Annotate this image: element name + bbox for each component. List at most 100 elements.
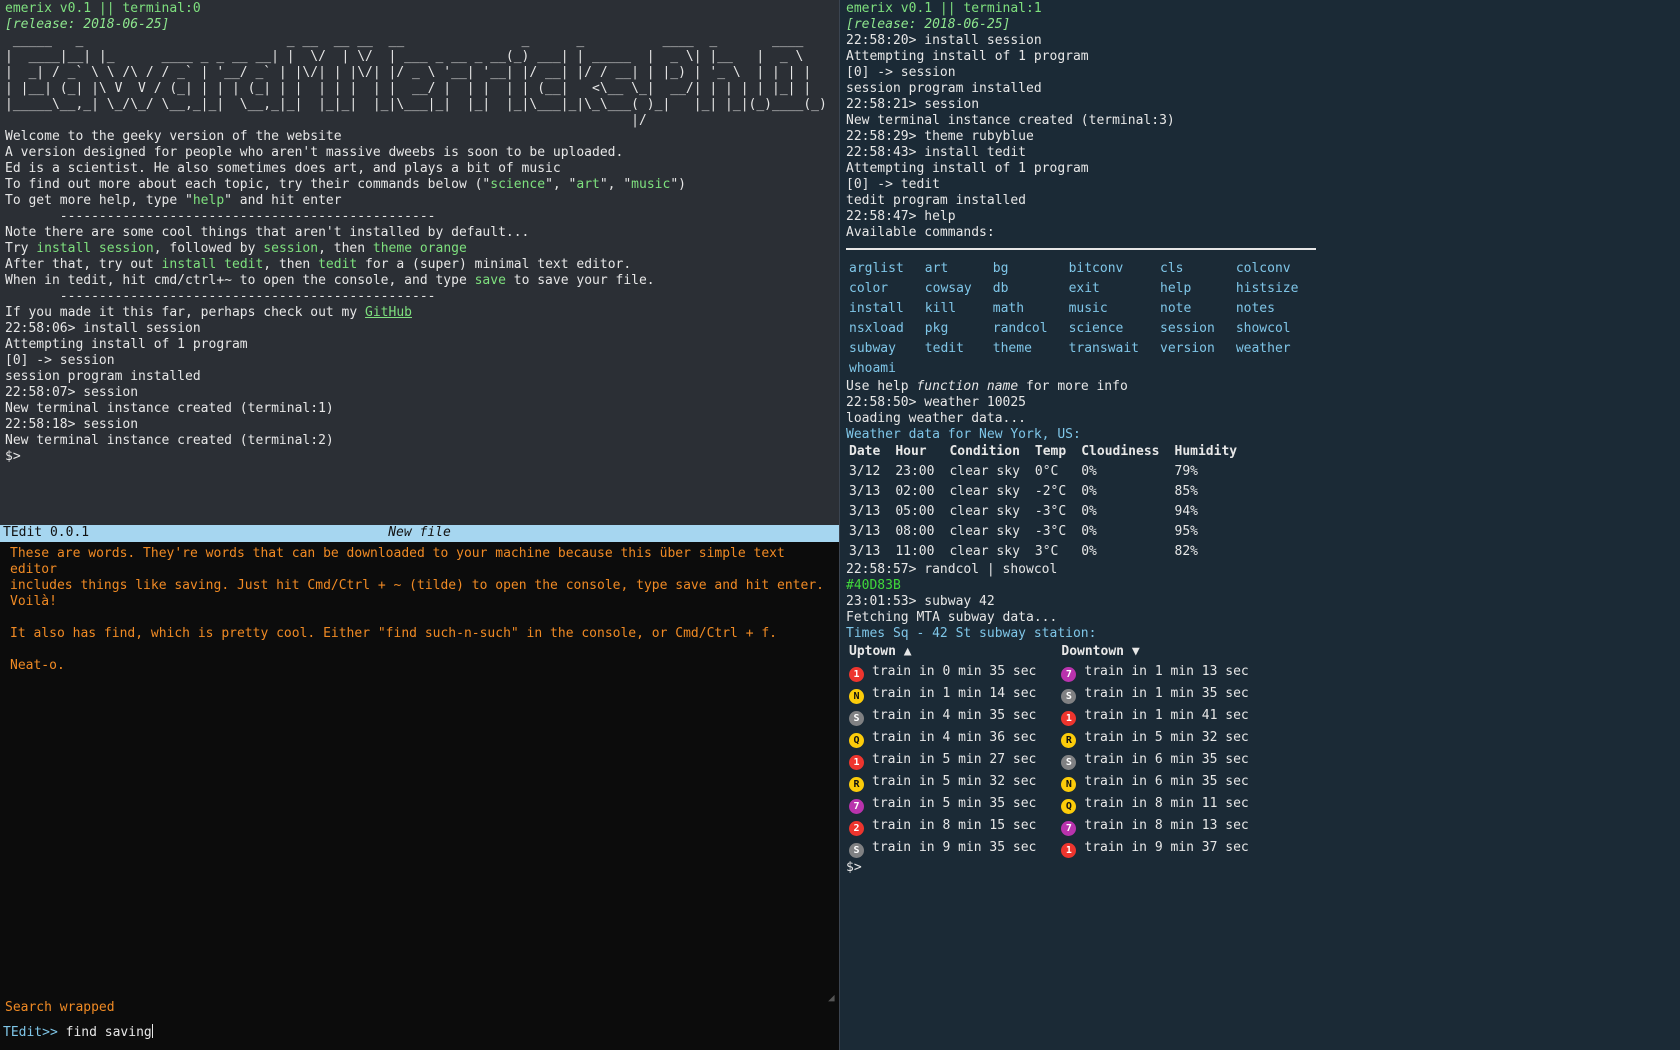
command-exit[interactable]: exit [1066, 279, 1157, 299]
table-row: 1 train in 0 min 35 sec 7 train in 1 min 13… [846, 662, 1271, 684]
subway-line-badge-icon: S [1061, 755, 1077, 770]
command-math[interactable]: math [990, 299, 1066, 319]
log-line: 22:58:21> session [846, 97, 980, 112]
log-line: New terminal instance created (terminal:… [846, 113, 1175, 128]
table-row: 3/13 08:00 clear sky -3°C 0% 95% [846, 522, 1249, 542]
weather-cell: 3/13 [849, 524, 881, 539]
github-link[interactable]: GitHub [365, 305, 412, 320]
down-train: 7 train in 8 min 13 sec [1058, 816, 1270, 838]
tedit-console-prompt: TEdit>> [3, 1025, 58, 1040]
command-weather[interactable]: weather [1233, 339, 1317, 359]
command-nsxload[interactable]: nsxload [846, 319, 922, 339]
weather-header: Hour [895, 444, 927, 459]
command-install[interactable]: install [846, 299, 922, 319]
tedit-title: TEdit 0.0.1 [3, 525, 90, 540]
help-hint: Use help function name for more info [846, 379, 1128, 394]
subway-line-badge-icon: Q [1061, 799, 1077, 814]
weather-cell: -2°C [1034, 484, 1067, 499]
train-arrival-text: train in 8 min 11 sec [1084, 796, 1249, 811]
command-help[interactable]: help [1157, 279, 1233, 299]
command-cowsay[interactable]: cowsay [922, 279, 990, 299]
log-line: 22:58:47> help [846, 209, 956, 224]
table-row: Ntrain in 1 min 14 sec Strain in 1 min 35… [846, 684, 1271, 706]
weather-cell: 3°C [1034, 544, 1059, 559]
log-line: Attempting install of 1 program [846, 161, 1089, 176]
weather-cell: 0% [1081, 484, 1097, 499]
command-randcol[interactable]: randcol [990, 319, 1066, 339]
topic-music: music [631, 177, 671, 192]
command-session[interactable]: session [1157, 319, 1233, 339]
command-bitconv[interactable]: bitconv [1066, 259, 1157, 279]
train-arrival-text: train in 1 min 41 sec [1084, 708, 1249, 723]
command-version[interactable]: version [1157, 339, 1233, 359]
terminal-header: emerix v0.1 || terminal:1 [846, 1, 1042, 16]
resize-grip-icon[interactable]: ◢ [828, 990, 835, 1006]
log-line: session program installed [846, 81, 1042, 96]
weather-cell: 0% [1081, 464, 1097, 479]
github-line: If you made it this far, perhaps check o… [5, 305, 412, 320]
log-line: 22:58:43> install tedit [846, 145, 1027, 160]
command-notes[interactable]: notes [1233, 299, 1317, 319]
topics-line: To find out more about each topic, try t… [5, 177, 686, 192]
weather-cell: 3/12 [849, 464, 881, 479]
note-line: Note there are some cool things that are… [5, 225, 530, 240]
train-arrival-text: train in 1 min 13 sec [1084, 664, 1249, 679]
train-arrival-text: train in 9 min 37 sec [1084, 840, 1249, 855]
tedit-console[interactable]: TEdit>> find saving [3, 1024, 153, 1041]
train-arrival-text: train in 5 min 32 sec [1084, 730, 1249, 745]
subway-line-badge-icon: R [1061, 733, 1077, 748]
prompt[interactable]: $> [846, 860, 1674, 876]
tedit-textarea[interactable]: These are words. They're words that can … [0, 542, 839, 990]
command-colconv[interactable]: colconv [1233, 259, 1317, 279]
weather-cell: clear sky [949, 464, 1020, 479]
weather-cell: 0°C [1034, 464, 1059, 479]
command-whoami[interactable]: whoami [846, 359, 922, 379]
terminal-0[interactable]: emerix v0.1 || terminal:0 [release: 2018… [0, 0, 839, 524]
weather-cell: 02:00 [895, 484, 935, 499]
command-subway[interactable]: subway [846, 339, 922, 359]
train-arrival-text: train in 1 min 35 sec [1084, 686, 1249, 701]
subway-line-badge-icon: 1 [1061, 711, 1077, 726]
train-arrival-text: train in 1 min 14 sec [872, 686, 1037, 701]
command-bg[interactable]: bg [990, 259, 1066, 279]
train-arrival-text: train in 8 min 13 sec [1084, 818, 1249, 833]
command-tedit[interactable]: tedit [922, 339, 990, 359]
weather-cell: 82% [1174, 544, 1198, 559]
train-arrival-text: train in 5 min 27 sec [872, 752, 1037, 767]
command-transwait[interactable]: transwait [1066, 339, 1157, 359]
command-note[interactable]: note [1157, 299, 1233, 319]
prompt[interactable]: $> [5, 449, 834, 465]
tedit-console-input[interactable]: find saving [66, 1025, 152, 1040]
terminal-header: emerix v0.1 || terminal:0 [5, 1, 201, 16]
command-showcol[interactable]: showcol [1233, 319, 1317, 339]
subway-line-badge-icon: N [1061, 777, 1077, 792]
command-arglist[interactable]: arglist [846, 259, 922, 279]
weather-header: Cloudiness [1081, 444, 1160, 459]
command-music[interactable]: music [1066, 299, 1157, 319]
up-train: Strain in 9 min 35 sec [846, 838, 1058, 860]
up-train: 2 train in 8 min 15 sec [846, 816, 1058, 838]
intro-line: Welcome to the geeky version of the webs… [5, 129, 342, 144]
help-keyword: help [192, 193, 225, 208]
command-color[interactable]: color [846, 279, 922, 299]
command-histsize[interactable]: histsize [1233, 279, 1317, 299]
command-art[interactable]: art [922, 259, 990, 279]
terminal-1[interactable]: emerix v0.1 || terminal:1 [release: 2018… [840, 0, 1680, 1050]
train-arrival-text: train in 8 min 15 sec [872, 818, 1037, 833]
command-theme[interactable]: theme [990, 339, 1066, 359]
cmd-save: save [474, 273, 506, 288]
weather-cell: clear sky [949, 524, 1020, 539]
down-train: 1 train in 9 min 37 sec [1058, 838, 1270, 860]
log-line: 22:58:50> weather 10025 [846, 395, 1027, 410]
release-date: [release: 2018-06-25] [846, 17, 1011, 32]
command-db[interactable]: db [990, 279, 1066, 299]
train-arrival-text: train in 9 min 35 sec [872, 840, 1037, 855]
cmd-install-tedit: install tedit [161, 257, 264, 272]
command-cls[interactable]: cls [1157, 259, 1233, 279]
subway-line-badge-icon: N [849, 689, 864, 704]
command-science[interactable]: science [1066, 319, 1157, 339]
tedit-window[interactable]: TEdit 0.0.1 New file These are words. Th… [0, 525, 839, 1050]
command-kill[interactable]: kill [922, 299, 990, 319]
command-pkg[interactable]: pkg [922, 319, 990, 339]
down-train: Rtrain in 5 min 32 sec [1058, 728, 1270, 750]
